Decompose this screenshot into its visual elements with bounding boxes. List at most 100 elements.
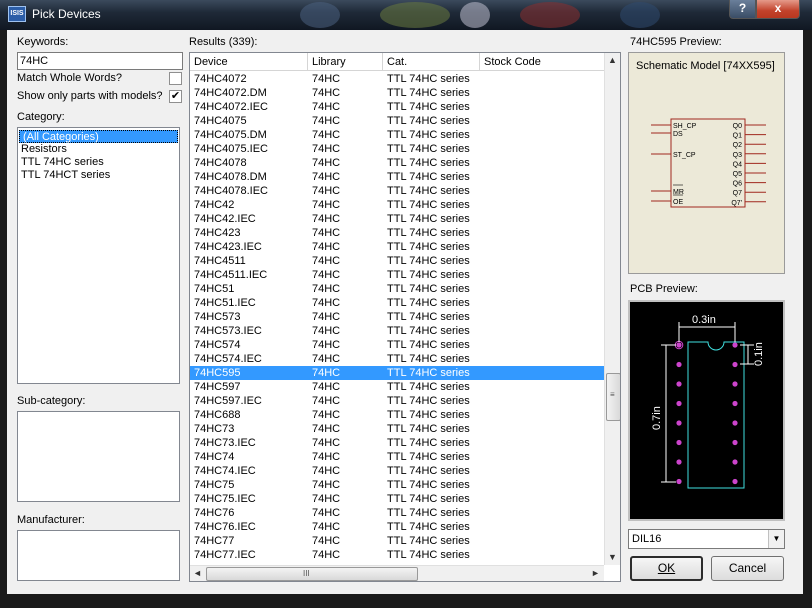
table-row[interactable]: 74HC4511.IEC 74HC TTL 74HC series	[190, 268, 604, 282]
category-cell: TTL 74HC series	[387, 283, 470, 295]
package-value: DIL16	[632, 533, 662, 545]
show-only-models-checkbox[interactable]: ✔	[169, 90, 182, 103]
category-cell: TTL 74HC series	[387, 493, 470, 505]
category-item-resistors[interactable]: Resistors	[18, 143, 179, 156]
category-cell: TTL 74HC series	[387, 143, 470, 155]
table-row[interactable]: 74HC4072.IEC 74HC TTL 74HC series	[190, 100, 604, 114]
category-cell: TTL 74HC series	[387, 465, 470, 477]
ic-schematic-symbol: SH_CPDSST_CPMROEQ0Q1Q2Q3Q4Q5Q6Q7Q7'	[651, 118, 766, 208]
results-grid[interactable]: Device Library Cat. Stock Code 74HC4072 7…	[189, 52, 621, 582]
category-cell: TTL 74HC series	[387, 101, 470, 113]
table-row[interactable]: 74HC76 74HC TTL 74HC series	[190, 506, 604, 520]
scroll-down-icon[interactable]: ▼	[605, 550, 620, 565]
table-row[interactable]: 74HC4078 74HC TTL 74HC series	[190, 156, 604, 170]
table-row[interactable]: 74HC573.IEC 74HC TTL 74HC series	[190, 324, 604, 338]
library-cell: 74HC	[312, 381, 341, 393]
table-row[interactable]: 74HC4075 74HC TTL 74HC series	[190, 114, 604, 128]
device-cell: 74HC75.IEC	[194, 493, 256, 505]
cancel-button[interactable]: Cancel	[711, 556, 784, 581]
table-row[interactable]: 74HC75 74HC TTL 74HC series	[190, 478, 604, 492]
right-pin-label: Q1	[733, 133, 742, 140]
table-row[interactable]: 74HC4075.IEC 74HC TTL 74HC series	[190, 142, 604, 156]
ok-button[interactable]: OK	[630, 556, 703, 581]
table-row[interactable]: 74HC4075.DM 74HC TTL 74HC series	[190, 128, 604, 142]
category-cell: TTL 74HC series	[387, 311, 470, 323]
category-cell: TTL 74HC series	[387, 269, 470, 281]
column-header-category[interactable]: Cat.	[383, 53, 480, 71]
device-cell: 74HC42.IEC	[194, 213, 256, 225]
column-header-library[interactable]: Library	[308, 53, 383, 71]
package-select[interactable]: DIL16 ▼	[628, 529, 785, 549]
chevron-down-icon[interactable]: ▼	[768, 530, 784, 548]
library-cell: 74HC	[312, 465, 341, 477]
table-row[interactable]: 74HC75.IEC 74HC TTL 74HC series	[190, 492, 604, 506]
match-whole-words-label: Match Whole Words?	[17, 72, 122, 84]
table-row[interactable]: 74HC42.IEC 74HC TTL 74HC series	[190, 212, 604, 226]
close-button[interactable]: x	[756, 0, 800, 19]
scroll-up-icon[interactable]: ▲	[605, 53, 620, 68]
table-row[interactable]: 74HC574 74HC TTL 74HC series	[190, 338, 604, 352]
category-cell: TTL 74HC series	[387, 157, 470, 169]
table-row[interactable]: 74HC73 74HC TTL 74HC series	[190, 422, 604, 436]
subcategory-list[interactable]	[17, 411, 180, 502]
column-header-device[interactable]: Device	[190, 53, 308, 71]
results-header: Device Library Cat. Stock Code	[190, 53, 604, 71]
table-row[interactable]: 74HC51.IEC 74HC TTL 74HC series	[190, 296, 604, 310]
category-item-all[interactable]: (All Categories)	[19, 130, 178, 143]
table-row[interactable]: 74HC574.IEC 74HC TTL 74HC series	[190, 352, 604, 366]
table-row[interactable]: 74HC595 74HC TTL 74HC series	[190, 366, 604, 380]
pcb-pad	[732, 381, 738, 387]
table-row[interactable]: 74HC4078.IEC 74HC TTL 74HC series	[190, 184, 604, 198]
category-label: Category:	[17, 111, 65, 123]
table-row[interactable]: 74HC76.IEC 74HC TTL 74HC series	[190, 520, 604, 534]
help-button[interactable]: ?	[729, 0, 756, 19]
category-item-ttl-74hct[interactable]: TTL 74HCT series	[18, 169, 179, 182]
results-vertical-scrollbar[interactable]: ▲ ≡ ▼	[604, 53, 620, 565]
table-row[interactable]: 74HC597 74HC TTL 74HC series	[190, 380, 604, 394]
table-row[interactable]: 74HC74.IEC 74HC TTL 74HC series	[190, 464, 604, 478]
results-count-label: Results (339):	[189, 36, 258, 48]
table-row[interactable]: 74HC688 74HC TTL 74HC series	[190, 408, 604, 422]
library-cell: 74HC	[312, 101, 341, 113]
library-cell: 74HC	[312, 213, 341, 225]
table-row[interactable]: 74HC77.IEC 74HC TTL 74HC series	[190, 548, 604, 562]
scroll-right-icon[interactable]: ►	[588, 566, 603, 581]
category-cell: TTL 74HC series	[387, 213, 470, 225]
title-bar[interactable]: ISIS Pick Devices ? x	[0, 0, 812, 30]
column-header-stock-code[interactable]: Stock Code	[480, 53, 604, 71]
match-whole-words-checkbox[interactable]	[169, 72, 182, 85]
table-row[interactable]: 74HC597.IEC 74HC TTL 74HC series	[190, 394, 604, 408]
table-row[interactable]: 74HC73.IEC 74HC TTL 74HC series	[190, 436, 604, 450]
horizontal-scroll-thumb[interactable]: III	[206, 567, 418, 581]
device-cell: 74HC4075.IEC	[194, 143, 268, 155]
device-cell: 74HC74	[194, 451, 235, 463]
results-rows: 74HC4072 74HC TTL 74HC series 74HC4072.DM 74…	[190, 72, 604, 562]
table-row[interactable]: 74HC51 74HC TTL 74HC series	[190, 282, 604, 296]
table-row[interactable]: 74HC77 74HC TTL 74HC series	[190, 534, 604, 548]
vertical-scroll-thumb[interactable]: ≡	[606, 373, 620, 421]
table-row[interactable]: 74HC573 74HC TTL 74HC series	[190, 310, 604, 324]
table-row[interactable]: 74HC4511 74HC TTL 74HC series	[190, 254, 604, 268]
category-item-ttl-74hc[interactable]: TTL 74HC series	[18, 156, 179, 169]
results-horizontal-scrollbar[interactable]: ◄ III ►	[190, 565, 604, 581]
library-cell: 74HC	[312, 367, 341, 379]
table-row[interactable]: 74HC42 74HC TTL 74HC series	[190, 198, 604, 212]
category-cell: TTL 74HC series	[387, 549, 470, 561]
right-pin-label: Q2	[733, 142, 742, 149]
table-row[interactable]: 74HC74 74HC TTL 74HC series	[190, 450, 604, 464]
keywords-input[interactable]	[17, 52, 183, 70]
pcb-pad	[732, 439, 738, 446]
category-list[interactable]: (All Categories) Resistors TTL 74HC seri…	[17, 127, 180, 384]
device-cell: 74HC42	[194, 199, 235, 211]
table-row[interactable]: 74HC423 74HC TTL 74HC series	[190, 226, 604, 240]
category-cell: TTL 74HC series	[387, 479, 470, 491]
manufacturer-list[interactable]	[17, 530, 180, 581]
pcb-pad	[676, 459, 682, 465]
table-row[interactable]: 74HC423.IEC 74HC TTL 74HC series	[190, 240, 604, 254]
table-row[interactable]: 74HC4072 74HC TTL 74HC series	[190, 72, 604, 86]
pcb-pad	[676, 439, 682, 446]
category-cell: TTL 74HC series	[387, 353, 470, 365]
scroll-left-icon[interactable]: ◄	[190, 566, 205, 581]
table-row[interactable]: 74HC4072.DM 74HC TTL 74HC series	[190, 86, 604, 100]
table-row[interactable]: 74HC4078.DM 74HC TTL 74HC series	[190, 170, 604, 184]
